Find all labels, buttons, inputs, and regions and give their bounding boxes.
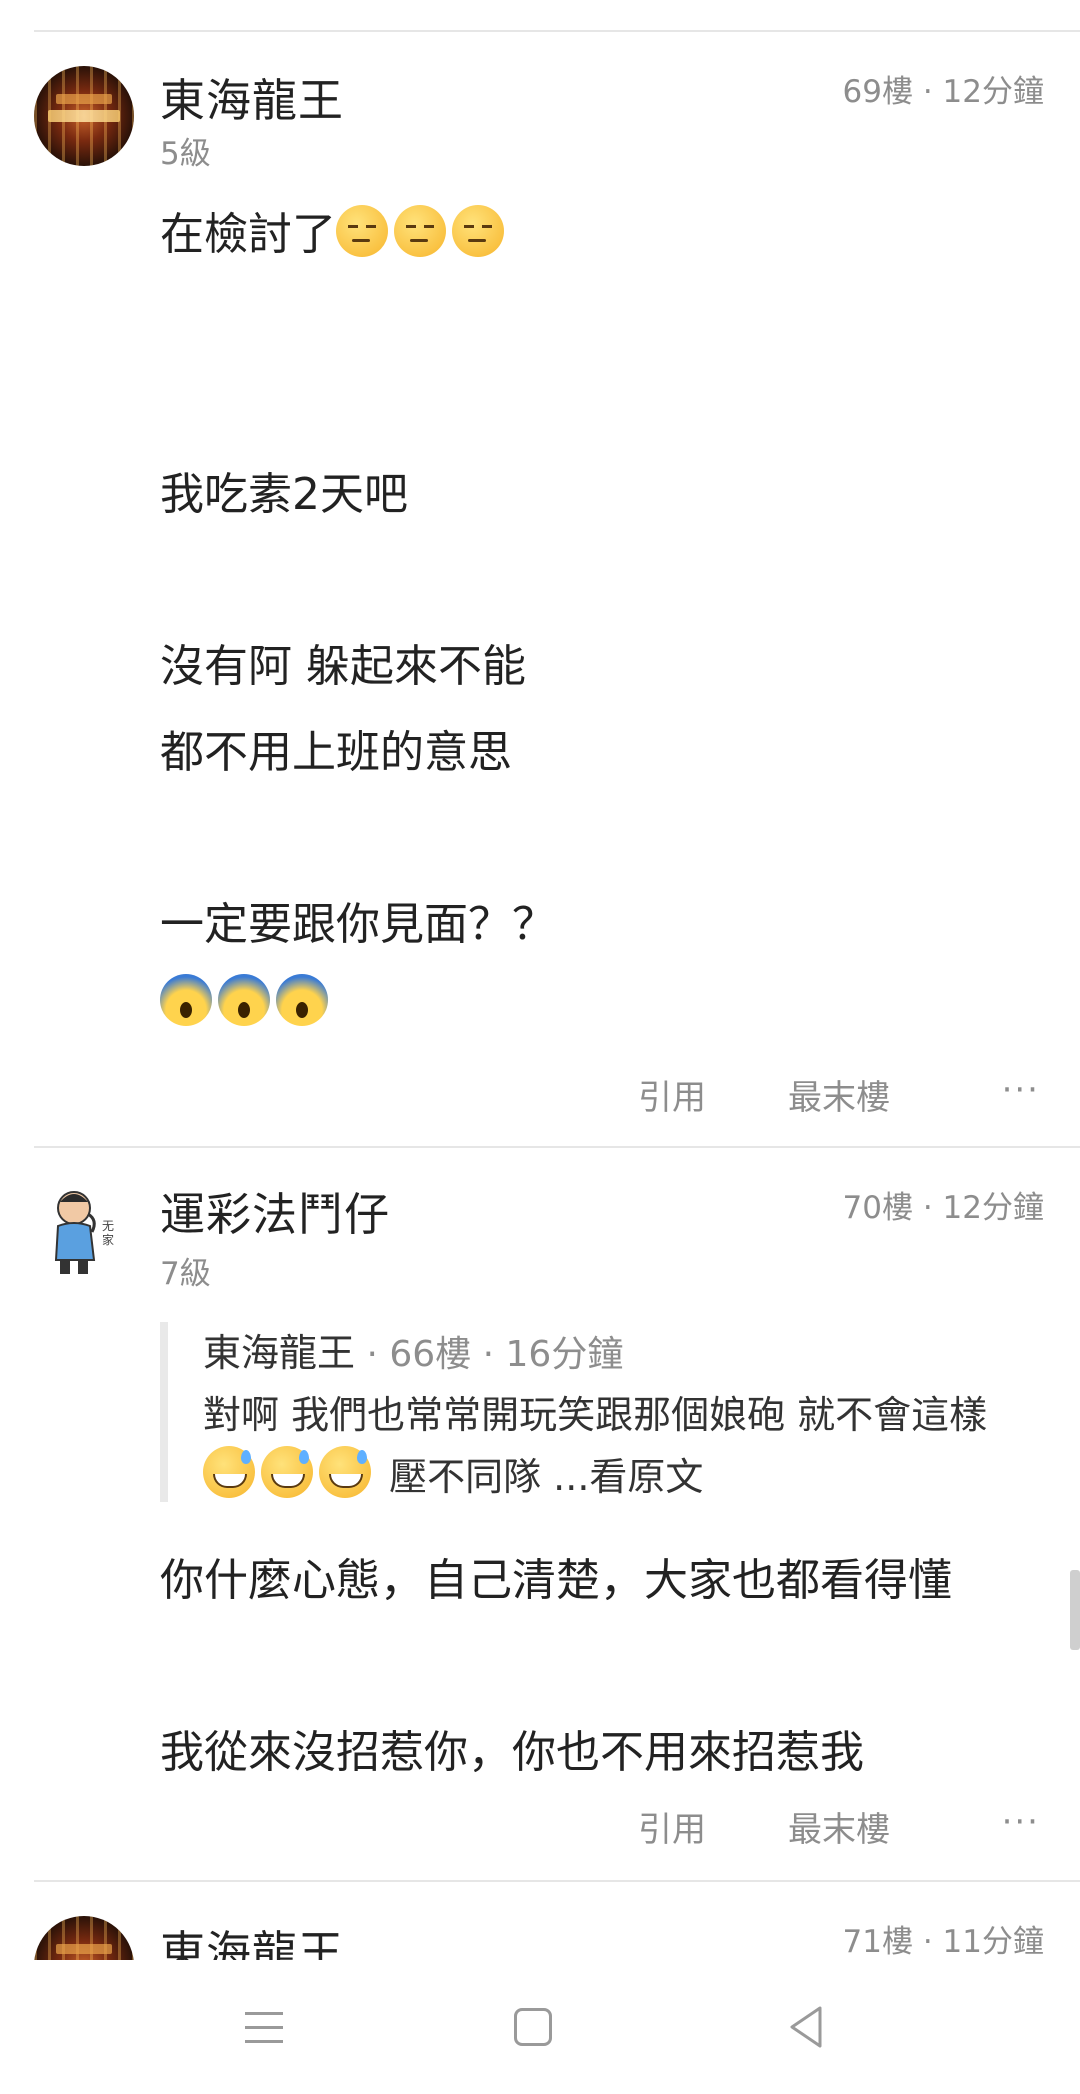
divider — [34, 30, 1080, 32]
sweat-smile-icon — [319, 1446, 371, 1498]
last-floor-button[interactable]: 最末樓 — [788, 1070, 890, 1119]
home-square-icon[interactable] — [514, 2008, 552, 2046]
separator: · — [912, 1924, 943, 1960]
separator: · — [471, 1334, 506, 1375]
sad-face-icon — [336, 205, 388, 257]
scream-face-icon — [276, 974, 328, 1026]
comment-line: 沒有阿 躲起來不能 — [160, 641, 526, 692]
quote-floor: 66樓 — [389, 1334, 472, 1375]
post-meta: 71樓 · 11分鐘 — [843, 1916, 1044, 1960]
quote-read-more[interactable]: 壓不同隊 ...看原文 — [389, 1455, 703, 1499]
avatar[interactable] — [34, 1916, 134, 1960]
more-options-icon[interactable]: ··· — [1002, 1802, 1040, 1842]
comment-line: 我吃素2天吧 — [160, 469, 408, 520]
separator: · — [912, 1190, 943, 1226]
last-floor-button[interactable]: 最末樓 — [788, 1802, 890, 1851]
user-level: 5級 — [160, 136, 211, 172]
separator: · — [355, 1334, 390, 1375]
post-meta: 70樓 · 12分鐘 — [843, 1182, 1044, 1227]
comment-line: 都不用上班的意思 — [160, 727, 512, 778]
comment-actions: 引用 最末樓 ··· — [0, 1802, 1080, 1862]
separator: · — [912, 74, 943, 110]
post-meta: 69樓 · 12分鐘 — [843, 66, 1044, 111]
comment-line: 一定要跟你見面？？ — [160, 899, 556, 950]
comment-line: 在檢討了 — [160, 198, 510, 262]
post-time: 11分鐘 — [942, 1924, 1044, 1960]
avatar[interactable] — [34, 66, 134, 166]
svg-text:家: 家 — [102, 1232, 114, 1247]
divider — [34, 1146, 1080, 1148]
floor-number: 71樓 — [842, 1924, 913, 1960]
sweat-smile-icon — [203, 1446, 255, 1498]
post-time: 12分鐘 — [942, 74, 1044, 110]
quote-text-line: 壓不同隊 ...看原文 — [203, 1446, 703, 1501]
scrollbar-thumb[interactable] — [1070, 1570, 1080, 1650]
post-time: 12分鐘 — [942, 1190, 1044, 1226]
quote-button[interactable]: 引用 — [638, 1070, 706, 1119]
quote-header: 東海龍王 · 66樓 · 16分鐘 — [203, 1322, 623, 1377]
comment-line: 我從來沒招惹你，你也不用來招惹我 — [160, 1727, 864, 1778]
quote-text: 對啊 我們也常常開玩笑跟那個娘砲 就不會這樣 — [203, 1393, 988, 1437]
svg-text:无: 无 — [102, 1219, 114, 1233]
username[interactable]: 東海龍王 — [160, 1916, 344, 1960]
floor-number: 69樓 — [842, 74, 913, 110]
sad-face-icon — [394, 205, 446, 257]
emoji-line — [160, 974, 334, 1029]
menu-icon[interactable] — [235, 2000, 295, 2054]
user-level: 7級 — [160, 1256, 211, 1292]
divider — [34, 1880, 1080, 1882]
comment-text: 在檢討了 — [160, 209, 336, 260]
system-nav-bar — [0, 1960, 1080, 2094]
username[interactable]: 運彩法鬥仔 — [160, 1178, 390, 1243]
quote-username: 東海龍王 — [203, 1331, 356, 1375]
comment-actions: 引用 最末樓 ··· — [0, 1070, 1080, 1130]
floor-number: 70樓 — [842, 1190, 913, 1226]
scream-face-icon — [218, 974, 270, 1026]
more-options-icon[interactable]: ··· — [1002, 1070, 1040, 1110]
comment-line: 你什麼心態，自己清楚，大家也都看得懂 — [160, 1555, 952, 1606]
quote-time: 16分鐘 — [505, 1334, 624, 1375]
cartoon-avatar-icon: 无 家 — [54, 1191, 114, 1274]
sweat-smile-icon — [261, 1446, 313, 1498]
back-triangle-icon[interactable] — [776, 2000, 836, 2054]
sad-face-icon — [452, 205, 504, 257]
username[interactable]: 東海龍王 — [160, 64, 344, 129]
avatar[interactable]: 无 家 — [34, 1180, 134, 1280]
quote-button[interactable]: 引用 — [638, 1802, 706, 1851]
comment-feed: 東海龍王 5級 69樓 · 12分鐘 在檢討了 我吃素2天吧 沒有阿 躲起來不能… — [0, 0, 1080, 1960]
scream-face-icon — [160, 974, 212, 1026]
quoted-comment[interactable]: 東海龍王 · 66樓 · 16分鐘 對啊 我們也常常開玩笑跟那個娘砲 就不會這樣… — [160, 1322, 1048, 1502]
